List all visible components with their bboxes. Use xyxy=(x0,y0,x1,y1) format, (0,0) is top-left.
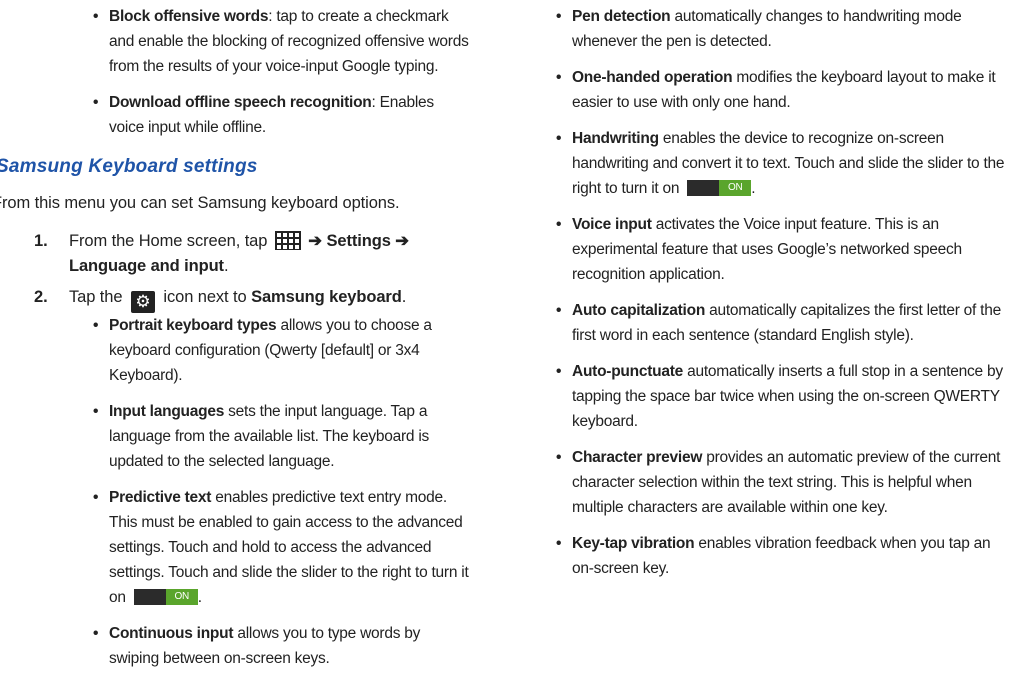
bullet-title: Predictive text xyxy=(109,489,212,506)
bullet-portrait-keyboard: Portrait keyboard types allows you to ch… xyxy=(89,313,470,388)
bullet-title: Key-tap vibration xyxy=(572,535,695,552)
step-text: Tap the xyxy=(69,288,123,306)
step-text: icon next to xyxy=(163,288,247,306)
bullet-title: One-handed operation xyxy=(572,69,733,86)
toggle-on-label: ON xyxy=(165,589,198,605)
bullet-title: Pen detection xyxy=(572,8,671,25)
step-body: From the Home screen, tap ➔ Settings ➔ L… xyxy=(69,229,469,279)
bullet-title: Auto capitalization xyxy=(572,302,706,319)
language-input-label: Language and input xyxy=(69,257,224,275)
bullet-title: Input languages xyxy=(109,403,225,420)
punctuation: . xyxy=(223,257,229,275)
samsung-keyboard-label: Samsung keyboard xyxy=(251,288,402,306)
bullet-input-languages: Input languages sets the input language.… xyxy=(89,399,470,474)
punctuation: . xyxy=(197,589,202,606)
intro-text: From this menu you can set Samsung keybo… xyxy=(0,194,400,212)
step-text: From the Home screen, tap xyxy=(69,232,268,250)
bullet-title: Portrait keyboard types xyxy=(109,317,277,334)
sub-bullet-list: Portrait keyboard types allows you to ch… xyxy=(0,313,470,682)
toggle-switch: ON xyxy=(133,589,198,605)
top-bullet-list: Block offensive words: tap to create a c… xyxy=(0,4,470,151)
bullet-title: Character preview xyxy=(572,449,703,466)
bullet-voice-input: Voice input activates the Voice input fe… xyxy=(552,212,1007,287)
bullet-block-offensive-words: Block offensive words: tap to create a c… xyxy=(89,4,470,79)
punctuation: . xyxy=(401,288,407,306)
section-title: Samsung Keyboard settings xyxy=(0,156,258,177)
bullet-one-handed: One-handed operation modifies the keyboa… xyxy=(552,65,1007,115)
bullet-character-preview: Character preview provides an automatic … xyxy=(552,445,1007,520)
settings-label: Settings xyxy=(326,232,391,250)
bullet-title: Continuous input xyxy=(109,625,234,642)
bullet-title: Block offensive words xyxy=(109,8,269,25)
bullet-title: Handwriting xyxy=(572,130,659,147)
punctuation: . xyxy=(751,180,756,197)
bullet-predictive-text: Predictive text enables predictive text … xyxy=(89,485,470,610)
step-number: 2. xyxy=(34,288,48,306)
step-number: 1. xyxy=(34,232,48,250)
right-column: Pen detection automatically changes to h… xyxy=(552,4,1007,592)
gear-icon: ⚙ xyxy=(130,291,155,313)
toggle-on-label: ON xyxy=(719,180,752,196)
apps-grid-icon xyxy=(274,231,301,250)
arrow-icon: ➔ xyxy=(308,232,323,250)
arrow-icon: ➔ xyxy=(395,232,410,250)
bullet-auto-punctuate: Auto-punctuate automatically inserts a f… xyxy=(552,359,1007,434)
bullet-title: Voice input xyxy=(572,216,652,233)
bullet-continuous-input: Continuous input allows you to type word… xyxy=(89,621,470,671)
step-body: Tap the ⚙ icon next to Samsung keyboard. xyxy=(69,285,469,313)
bullet-download-offline: Download offline speech recognition: Ena… xyxy=(89,90,470,140)
bullet-pen-detection: Pen detection automatically changes to h… xyxy=(552,4,1007,54)
bullet-handwriting: Handwriting enables the device to recogn… xyxy=(552,126,1007,201)
bullet-title: Download offline speech recognition xyxy=(109,94,372,111)
bullet-key-tap-vibration: Key-tap vibration enables vibration feed… xyxy=(552,531,1007,581)
toggle-switch: ON xyxy=(687,180,752,196)
bullet-title: Auto-punctuate xyxy=(572,363,684,380)
bullet-auto-capitalization: Auto capitalization automatically capita… xyxy=(552,298,1007,348)
